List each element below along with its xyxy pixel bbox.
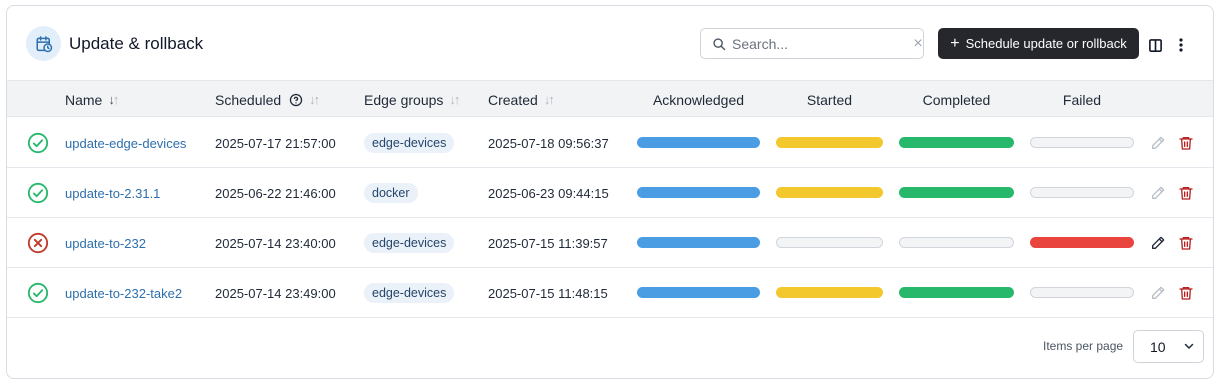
delete-icon[interactable] [1178, 285, 1194, 301]
help-icon[interactable] [289, 93, 303, 107]
failed-progress-bar [1030, 237, 1134, 248]
created-date: 2025-07-18 09:56:37 [488, 135, 609, 151]
scheduled-date: 2025-07-14 23:49:00 [215, 285, 336, 301]
table-header: Name ↓↑ Scheduled ↓↑ Edge groups ↓↑ Crea… [7, 80, 1213, 117]
completed-progress-bar [899, 187, 1014, 198]
column-header-failed: Failed [1062, 91, 1102, 108]
success-status-icon [27, 268, 49, 318]
started-progress-bar [776, 287, 883, 298]
completed-progress-bar [899, 237, 1014, 248]
created-date: 2025-07-15 11:48:15 [488, 285, 608, 301]
sort-desc-icon: ↓↑ [108, 92, 119, 107]
more-options-icon[interactable] [1172, 36, 1190, 54]
table-row: update-edge-devices 2025-07-17 21:57:00 ed… [7, 118, 1213, 168]
edit-icon [1150, 285, 1166, 301]
created-date: 2025-06-23 09:44:15 [488, 185, 609, 201]
started-progress-bar [776, 187, 883, 198]
started-progress-bar [776, 237, 883, 248]
sort-icon: ↓↑ [309, 92, 320, 107]
update-name-link[interactable]: update-to-232 [65, 236, 146, 251]
search-icon [712, 37, 726, 51]
failed-progress-bar [1030, 187, 1134, 198]
delete-icon[interactable] [1178, 185, 1194, 201]
success-status-icon [27, 118, 49, 168]
edge-group-badge: edge-devices [364, 283, 455, 303]
search-input[interactable] [732, 29, 913, 58]
column-header-edge-groups[interactable]: Edge groups ↓↑ [364, 81, 460, 118]
acknowledged-progress-bar [637, 237, 760, 248]
plus-icon: + [950, 34, 960, 52]
sort-icon: ↓↑ [543, 92, 555, 107]
items-per-page-select[interactable]: 10 [1133, 330, 1204, 363]
table-row: update-to-232 2025-07-14 23:40:00 edge-dev… [7, 218, 1213, 268]
update-name-link[interactable]: update-to-232-take2 [65, 286, 182, 301]
edge-group-badge: edge-devices [364, 133, 455, 153]
completed-progress-bar [899, 287, 1014, 298]
update-name-link[interactable]: update-to-2.31.1 [65, 186, 160, 201]
scheduled-date: 2025-06-22 21:46:00 [215, 185, 336, 201]
delete-icon[interactable] [1178, 135, 1194, 151]
panel-header: Update & rollback × + Schedule update or… [7, 6, 1213, 80]
column-header-completed: Completed [922, 91, 991, 108]
created-date: 2025-07-15 11:39:57 [488, 235, 608, 251]
scheduled-date: 2025-07-17 21:57:00 [215, 135, 336, 151]
page-title: Update & rollback [69, 34, 204, 53]
edit-icon [1150, 185, 1166, 201]
edit-icon [1150, 135, 1166, 151]
table-row: update-to-232-take2 2025-07-14 23:49:00 ed… [7, 268, 1213, 318]
update-name-link[interactable]: update-edge-devices [65, 136, 186, 151]
edit-icon[interactable] [1150, 235, 1166, 251]
delete-icon[interactable] [1178, 235, 1194, 251]
acknowledged-progress-bar [637, 187, 760, 198]
failed-progress-bar [1030, 287, 1134, 298]
column-header-created[interactable]: Created ↓↑ [488, 81, 555, 118]
scheduled-date: 2025-07-14 23:40:00 [215, 235, 336, 251]
schedule-update-button[interactable]: + Schedule update or rollback [938, 28, 1139, 59]
started-progress-bar [776, 137, 883, 148]
column-header-acknowledged: Acknowledged [652, 91, 745, 108]
columns-icon[interactable] [1146, 36, 1164, 54]
acknowledged-progress-bar [637, 137, 760, 148]
search-box[interactable]: × [700, 28, 924, 59]
sort-icon: ↓↑ [449, 92, 460, 107]
clear-search-icon[interactable]: × [913, 35, 923, 53]
completed-progress-bar [899, 137, 1014, 148]
column-header-scheduled[interactable]: Scheduled ↓↑ [215, 81, 320, 118]
error-status-icon [27, 218, 49, 268]
success-status-icon [27, 168, 49, 218]
failed-progress-bar [1030, 137, 1134, 148]
update-rollback-panel: Update & rollback × + Schedule update or… [6, 5, 1214, 379]
chevron-down-icon [1183, 340, 1195, 352]
column-header-started: Started [806, 91, 853, 108]
column-header-name[interactable]: Name ↓↑ [65, 81, 119, 118]
acknowledged-progress-bar [637, 287, 760, 298]
items-per-page-label: Items per page [1043, 339, 1124, 353]
items-per-page-value: 10 [1150, 338, 1166, 355]
edge-group-badge: docker [364, 183, 418, 203]
edge-group-badge: edge-devices [364, 233, 455, 253]
table-row: update-to-2.31.1 2025-06-22 21:46:00 docke… [7, 168, 1213, 218]
calendar-clock-icon [26, 26, 61, 61]
schedule-update-label: Schedule update or rollback [965, 36, 1127, 51]
